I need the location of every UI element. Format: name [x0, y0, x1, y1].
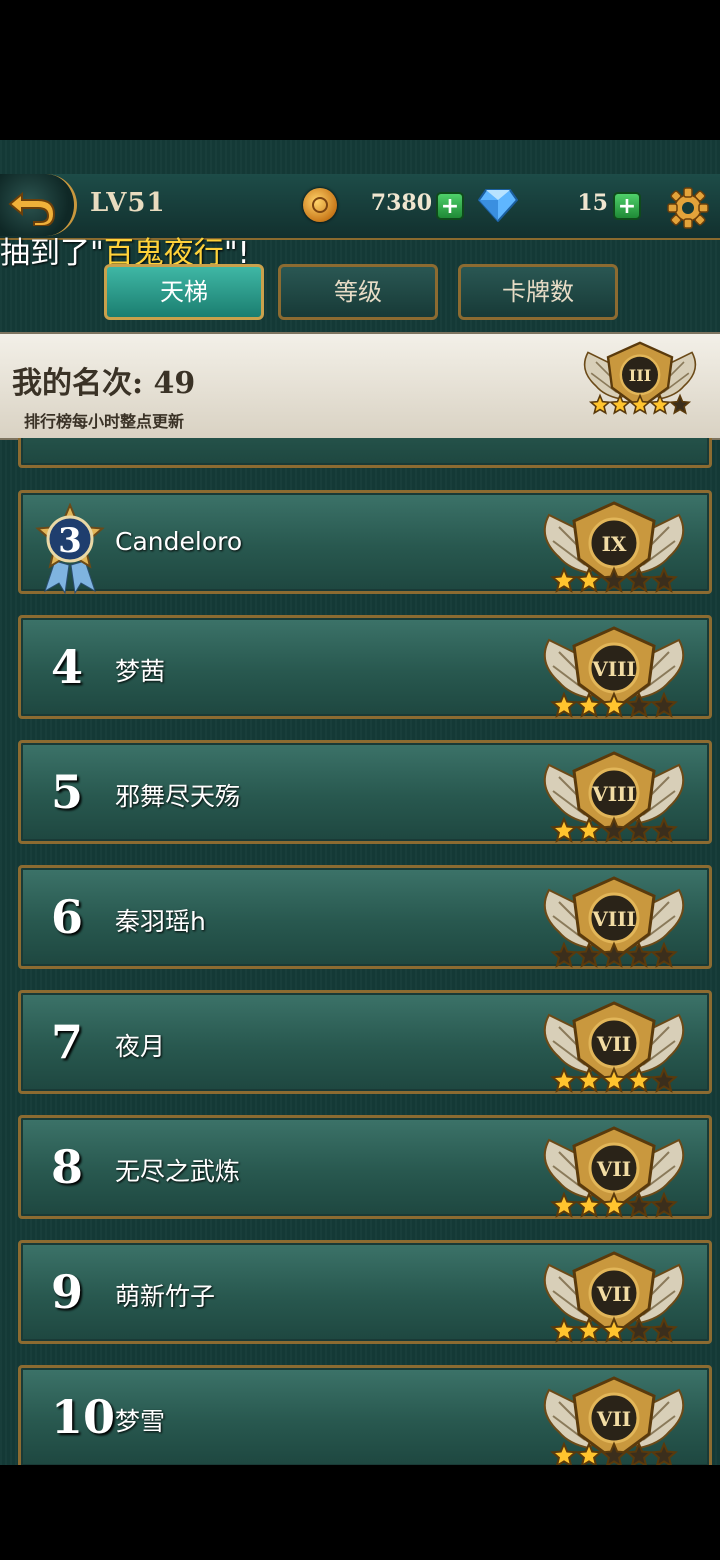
row-9-star-5-icon	[650, 1316, 678, 1343]
leaderboard-row[interactable]: 9 萌新竹子 VII	[18, 1240, 712, 1344]
row-tier-badge: VII	[529, 1247, 699, 1351]
row-9-tier-numeral: VII	[596, 1282, 631, 1306]
row-4-star-1-icon	[550, 691, 578, 718]
row-10-star-5-icon	[650, 1441, 678, 1465]
row-player-name: 秦羽瑶h	[115, 907, 206, 936]
row-5-tier-numeral: VIII	[591, 782, 636, 806]
row-3-tier-numeral: IX	[602, 532, 627, 556]
row-player-name: 无尽之武炼	[115, 1157, 241, 1186]
gold-amount: 7380	[370, 190, 432, 216]
ticker-text: 抽到了"	[0, 236, 104, 271]
row-tier-badge: IX	[529, 497, 699, 601]
row-4-tier-badge-icon: VIII	[543, 626, 685, 718]
player-level: LV51	[90, 188, 166, 218]
my-rank-label: 我的名次: 49	[12, 366, 196, 401]
row-10-star-1-icon	[550, 1441, 578, 1465]
row-9-tier-badge-icon: VII	[543, 1251, 685, 1343]
row-9-star-1-icon	[550, 1316, 578, 1343]
row-7-star-1-icon	[550, 1066, 578, 1093]
row-tier-badge: VIII	[529, 622, 699, 726]
row-5-star-1-icon	[550, 816, 578, 843]
row-3-tier-badge-icon: IX	[543, 501, 685, 593]
row-rank-number: 7	[51, 1015, 84, 1069]
tab-level[interactable]: 等级	[278, 264, 438, 320]
row-7-star-5-icon	[650, 1066, 678, 1093]
gem-amount: 15	[577, 190, 608, 216]
row-6-tier-numeral: VIII	[591, 907, 636, 931]
list-item-partial[interactable]	[18, 438, 712, 468]
my-rank-star-1-icon	[588, 393, 612, 415]
row-tier-badge: VIII	[529, 872, 699, 976]
my-rank-banner: 我的名次: 49 排行榜每小时整点更新 III	[0, 332, 720, 440]
medal-rank-number: 3	[58, 521, 82, 561]
add-gold-button[interactable]: +	[436, 192, 464, 220]
update-note: 排行榜每小时整点更新	[24, 412, 185, 431]
row-rank-number: 4	[51, 640, 84, 694]
leaderboard-row[interactable]: 10 梦雪 VII	[18, 1365, 712, 1465]
leaderboard-row[interactable]: 6 秦羽瑶h VIII	[18, 865, 712, 969]
row-4-star-5-icon	[650, 691, 678, 718]
row-7-tier-badge-icon: VII	[543, 1001, 685, 1093]
settings-gear-icon[interactable]	[666, 186, 710, 230]
row-rank-number: 8	[51, 1140, 84, 1194]
row-player-name: 邪舞尽天殇	[115, 782, 241, 811]
tab-ladder[interactable]: 天梯	[104, 264, 264, 320]
tab-card-count[interactable]: 卡牌数	[458, 264, 618, 320]
leaderboard-row[interactable]: 3 Candeloro IX	[18, 490, 712, 595]
add-gems-button[interactable]: +	[613, 192, 641, 220]
row-3-star-1-icon	[550, 566, 578, 593]
leaderboard-list[interactable]: 3 Candeloro IX 4 梦茜 VIII 5 邪舞尽天殇 VIII 6 秦羽瑶h VIII 7 夜…	[0, 438, 720, 1465]
row-5-star-5-icon	[650, 816, 678, 843]
row-5-tier-badge-icon: VIII	[543, 751, 685, 843]
row-6-tier-badge-icon: VIII	[543, 876, 685, 968]
my-rank-star-5-icon	[668, 393, 692, 415]
leaderboard-row[interactable]: 4 梦茜 VIII	[18, 615, 712, 719]
bronze-medal-icon: 3	[35, 503, 105, 595]
row-tier-badge: VII	[529, 1372, 699, 1465]
game-screen: LV51 7380 + 15 + 抽到了"百鬼夜行"! 天梯 等级 卡牌数 我的…	[0, 140, 720, 1465]
row-6-star-1-icon	[550, 941, 578, 968]
leaderboard-row[interactable]: 7 夜月 VII	[18, 990, 712, 1094]
my-rank-tier-numeral: III	[629, 366, 651, 385]
row-tier-badge: VII	[529, 1122, 699, 1226]
diamond-icon	[478, 189, 518, 222]
leaderboard-row[interactable]: 5 邪舞尽天殇 VIII	[18, 740, 712, 844]
row-rank-number: 9	[51, 1265, 84, 1319]
row-7-tier-numeral: VII	[596, 1032, 631, 1056]
row-8-star-1-icon	[550, 1191, 578, 1218]
back-arrow-icon	[8, 191, 56, 226]
row-10-tier-badge-icon: VII	[543, 1376, 685, 1465]
row-4-tier-numeral: VIII	[591, 657, 636, 681]
row-player-name: 萌新竹子	[115, 1282, 216, 1311]
row-10-tier-numeral: VII	[596, 1407, 631, 1431]
row-tier-badge: VIII	[529, 747, 699, 851]
row-player-name: 梦雪	[115, 1407, 166, 1436]
row-player-name: Candeloro	[115, 527, 243, 556]
gold-coin-icon	[303, 188, 337, 222]
row-rank-number: 10	[51, 1390, 116, 1444]
row-player-name: 梦茜	[115, 657, 166, 686]
row-8-tier-numeral: VII	[596, 1157, 631, 1181]
leaderboard-row[interactable]: 8 无尽之武炼 VII	[18, 1115, 712, 1219]
row-3-star-5-icon	[650, 566, 678, 593]
my-rank-tier-badge-icon: III	[583, 341, 697, 415]
row-tier-badge: VII	[529, 997, 699, 1101]
row-8-star-5-icon	[650, 1191, 678, 1218]
row-player-name: 夜月	[115, 1032, 166, 1061]
row-6-star-5-icon	[650, 941, 678, 968]
row-rank-number: 5	[51, 765, 84, 819]
my-rank-badge: III	[572, 336, 708, 424]
row-rank-number: 6	[51, 890, 84, 944]
row-8-tier-badge-icon: VII	[543, 1126, 685, 1218]
back-button[interactable]	[0, 174, 77, 236]
